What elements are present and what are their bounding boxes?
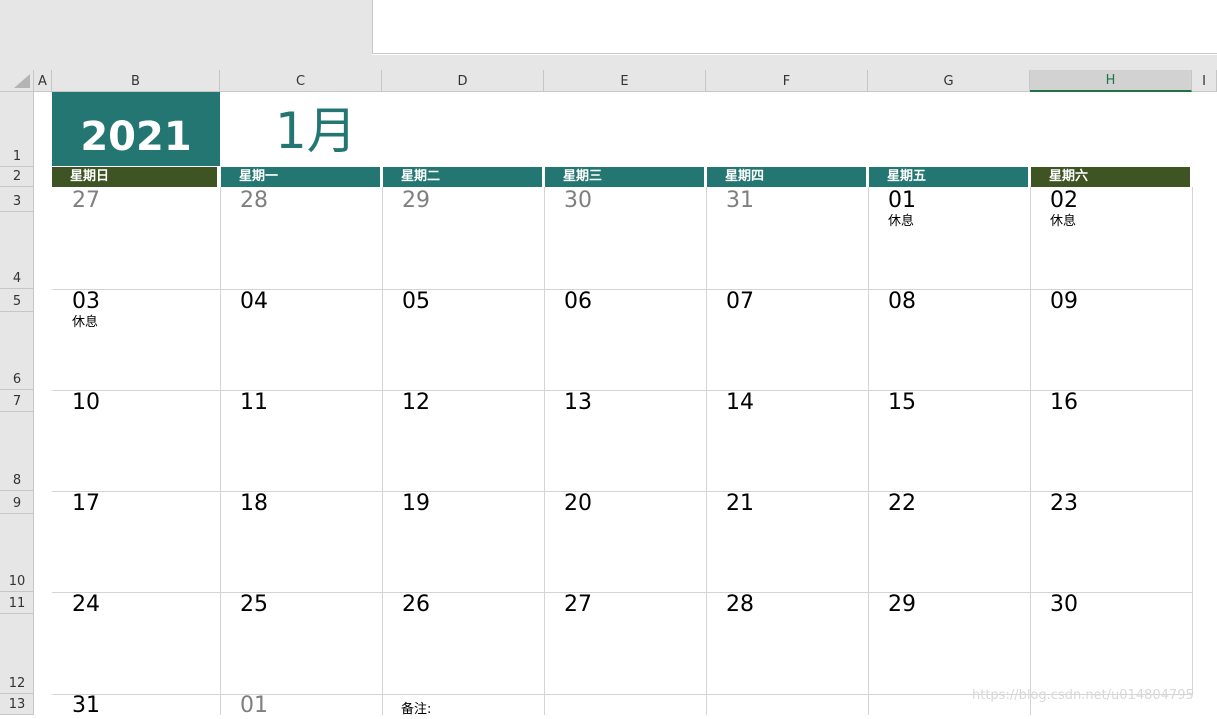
column-header-f[interactable]: F bbox=[706, 70, 868, 92]
day-cell[interactable]: 03 bbox=[72, 289, 100, 315]
row-header-3[interactable]: 3 bbox=[0, 187, 34, 212]
day-cell[interactable]: 12 bbox=[402, 390, 430, 416]
row-header-10[interactable]: 10 bbox=[0, 514, 34, 592]
day-note: 休息 bbox=[888, 214, 915, 229]
grid-hline bbox=[52, 491, 1193, 492]
grid-hline bbox=[52, 289, 1193, 290]
column-header-g[interactable]: G bbox=[868, 70, 1030, 92]
formula-bar-area[interactable] bbox=[372, 0, 1217, 54]
weekday-0: 星期日 bbox=[52, 167, 217, 187]
day-cell[interactable]: 27 bbox=[564, 592, 592, 618]
day-note: 休息 bbox=[72, 315, 99, 330]
weekday-4: 星期四 bbox=[707, 167, 866, 187]
day-cell[interactable]: 22 bbox=[888, 491, 916, 517]
day-cell[interactable]: 25 bbox=[240, 592, 268, 618]
day-cell[interactable]: 14 bbox=[726, 390, 754, 416]
row-header-1[interactable]: 1 bbox=[0, 92, 34, 167]
day-cell[interactable]: 16 bbox=[1050, 390, 1078, 416]
day-cell[interactable]: 29 bbox=[888, 592, 916, 618]
day-cell[interactable]: 15 bbox=[888, 390, 916, 416]
grid-vline bbox=[1192, 187, 1193, 694]
day-cell[interactable]: 02 bbox=[1050, 188, 1078, 214]
row-header-2[interactable]: 2 bbox=[0, 167, 34, 187]
column-header-b[interactable]: B bbox=[52, 70, 220, 92]
column-header-d[interactable]: D bbox=[382, 70, 544, 92]
row-header-5[interactable]: 5 bbox=[0, 289, 34, 312]
day-cell[interactable]: 06 bbox=[564, 289, 592, 315]
day-cell[interactable]: 09 bbox=[1050, 289, 1078, 315]
weekday-6: 星期六 bbox=[1031, 167, 1190, 187]
grid-hline bbox=[52, 592, 1193, 593]
memo-label[interactable]: 备注: bbox=[401, 698, 431, 717]
row-header-11[interactable]: 11 bbox=[0, 592, 34, 614]
day-cell[interactable]: 18 bbox=[240, 491, 268, 517]
select-all-icon bbox=[14, 74, 30, 88]
day-cell[interactable]: 13 bbox=[564, 390, 592, 416]
column-header-e[interactable]: E bbox=[544, 70, 706, 92]
day-cell[interactable]: 24 bbox=[72, 592, 100, 618]
day-cell[interactable]: 23 bbox=[1050, 491, 1078, 517]
column-header-a[interactable]: A bbox=[34, 70, 52, 92]
day-cell[interactable]: 05 bbox=[402, 289, 430, 315]
row-header-9[interactable]: 9 bbox=[0, 491, 34, 514]
day-cell[interactable]: 17 bbox=[72, 491, 100, 517]
day-cell[interactable]: 31 bbox=[72, 693, 100, 719]
day-cell[interactable]: 20 bbox=[564, 491, 592, 517]
day-cell[interactable]: 29 bbox=[402, 188, 430, 214]
day-cell[interactable]: 11 bbox=[240, 390, 268, 416]
weekday-2: 星期二 bbox=[383, 167, 542, 187]
column-header-h[interactable]: H bbox=[1030, 70, 1192, 92]
grid-vline bbox=[706, 187, 707, 715]
grid-vline bbox=[220, 187, 221, 715]
watermark-text: https://blog.csdn.net/u014804795 bbox=[972, 688, 1194, 703]
day-cell[interactable]: 08 bbox=[888, 289, 916, 315]
day-cell[interactable]: 01 bbox=[240, 693, 268, 719]
column-header-i[interactable]: I bbox=[1192, 70, 1217, 92]
day-cell[interactable]: 19 bbox=[402, 491, 430, 517]
day-cell[interactable]: 31 bbox=[726, 188, 754, 214]
day-note: 休息 bbox=[1050, 214, 1077, 229]
grid-vline bbox=[382, 187, 383, 715]
column-header-c[interactable]: C bbox=[220, 70, 382, 92]
grid-hline bbox=[52, 390, 1193, 391]
day-cell[interactable]: 21 bbox=[726, 491, 754, 517]
day-cell[interactable]: 30 bbox=[1050, 592, 1078, 618]
year-cell[interactable]: 2021 bbox=[52, 92, 220, 166]
day-cell[interactable]: 27 bbox=[72, 188, 100, 214]
day-cell[interactable]: 01 bbox=[888, 188, 916, 214]
formula-area-left bbox=[0, 0, 372, 70]
grid-vline bbox=[544, 187, 545, 715]
weekday-1: 星期一 bbox=[221, 167, 380, 187]
day-cell[interactable]: 30 bbox=[564, 188, 592, 214]
row-header-12[interactable]: 12 bbox=[0, 614, 34, 694]
day-cell[interactable]: 07 bbox=[726, 289, 754, 315]
month-title[interactable]: 1月 bbox=[275, 100, 357, 162]
day-cell[interactable]: 10 bbox=[72, 390, 100, 416]
day-cell[interactable]: 28 bbox=[240, 188, 268, 214]
day-cell[interactable]: 04 bbox=[240, 289, 268, 315]
day-cell[interactable]: 28 bbox=[726, 592, 754, 618]
weekday-5: 星期五 bbox=[869, 167, 1028, 187]
row-header-8[interactable]: 8 bbox=[0, 412, 34, 491]
row-header-13[interactable]: 13 bbox=[0, 694, 34, 715]
grid-vline bbox=[868, 187, 869, 715]
row-header-4[interactable]: 4 bbox=[0, 212, 34, 289]
day-cell[interactable]: 26 bbox=[402, 592, 430, 618]
row-header-7[interactable]: 7 bbox=[0, 390, 34, 412]
toolbar-strip bbox=[372, 55, 1217, 70]
weekday-3: 星期三 bbox=[545, 167, 704, 187]
grid-vline bbox=[1030, 187, 1031, 715]
row-header-6[interactable]: 6 bbox=[0, 312, 34, 390]
